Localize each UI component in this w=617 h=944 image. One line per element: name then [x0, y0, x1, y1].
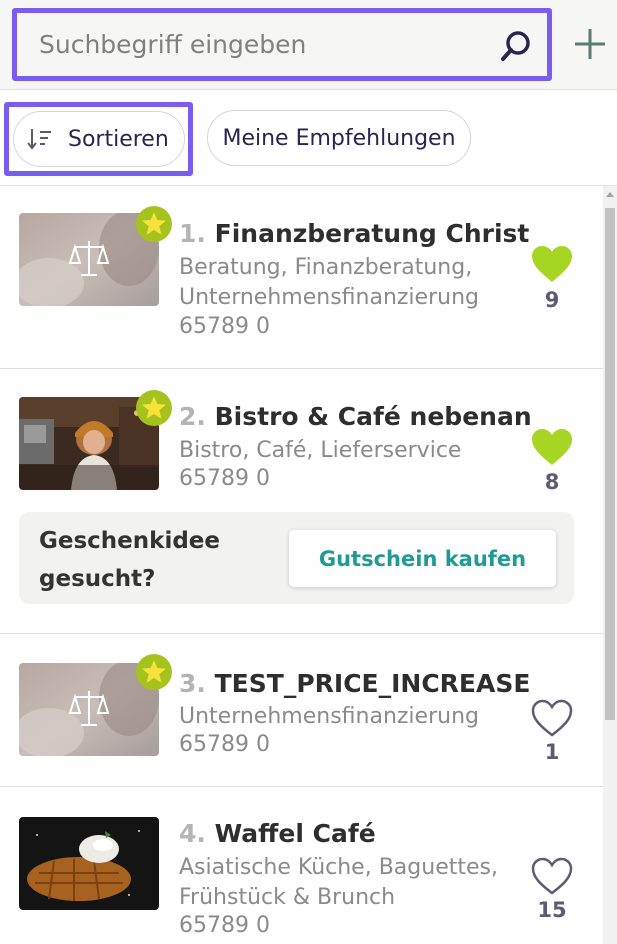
heart-icon[interactable]: [530, 698, 574, 738]
scroll-up-arrow[interactable]: [606, 192, 614, 197]
listing-item[interactable]: 3. TEST_PRICE_INCREASE Unternehmensfinan…: [0, 634, 603, 787]
listing-list: 1. Finanzberatung Christ Beratung, Finan…: [0, 186, 603, 944]
listing-categories: Unternehmensfinanzierung: [179, 704, 479, 729]
sort-icon: [27, 129, 51, 150]
like-count: 8: [544, 470, 560, 494]
search-box[interactable]: [12, 8, 552, 81]
listing-zip: 65789 0: [179, 732, 270, 757]
plus-icon[interactable]: [570, 24, 610, 64]
listing-title[interactable]: 2. Bistro & Café nebenan: [179, 402, 532, 431]
heart-icon[interactable]: [530, 427, 574, 467]
listing-title[interactable]: 4. Waffel Café: [179, 819, 376, 848]
listing-title[interactable]: 3. TEST_PRICE_INCREASE: [179, 669, 530, 698]
listing-name: Bistro & Café nebenan: [214, 402, 532, 431]
listing-image: [19, 817, 159, 910]
listing-zip: 65789 0: [179, 314, 270, 339]
search-icon[interactable]: [499, 29, 533, 63]
listing-categories: Beratung, Finanzberatung, Unternehmensfi…: [179, 255, 479, 310]
recommendations-button[interactable]: Meine Empfehlungen: [207, 110, 471, 166]
listing-title[interactable]: 1. Finanzberatung Christ: [179, 219, 529, 248]
listing-item[interactable]: 1. Finanzberatung Christ Beratung, Finan…: [0, 186, 603, 369]
gift-voucher-box: Geschenkidee gesucht? Gutschein kaufen: [19, 512, 574, 604]
star-badge-icon: [136, 206, 172, 242]
search-header: [0, 0, 617, 90]
search-input[interactable]: [17, 13, 547, 76]
sort-focus-outline: Sortieren: [4, 102, 193, 176]
scrollbar[interactable]: [603, 186, 617, 944]
listing-name: TEST_PRICE_INCREASE: [214, 669, 531, 698]
sort-button[interactable]: Sortieren: [13, 111, 185, 167]
heart-icon[interactable]: [530, 244, 574, 284]
listing-rank: 4.: [179, 819, 206, 848]
like-count: 15: [537, 898, 567, 922]
listing-item[interactable]: 4. Waffel Café Asiatische Küche, Baguett…: [0, 787, 603, 944]
listing-rank: 1.: [179, 219, 206, 248]
listing-rank: 3.: [179, 669, 206, 698]
star-badge-icon: [136, 390, 172, 426]
listing-zip: 65789 0: [179, 913, 270, 938]
filter-bar: Sortieren Meine Empfehlungen: [0, 91, 617, 186]
listing-zip: 65789 0: [179, 466, 270, 491]
heart-icon[interactable]: [530, 856, 574, 896]
gift-voucher-text: Geschenkidee gesucht?: [39, 528, 220, 592]
buy-voucher-button[interactable]: Gutschein kaufen: [289, 530, 556, 587]
listing-categories: Bistro, Café, Lieferservice: [179, 438, 462, 463]
scrollbar-thumb[interactable]: [605, 208, 615, 720]
like-count: 1: [544, 740, 560, 764]
star-badge-icon: [136, 654, 172, 690]
listing-rank: 2.: [179, 402, 206, 431]
sort-button-label: Sortieren: [68, 126, 169, 152]
like-count: 9: [544, 288, 560, 312]
listing-categories: Asiatische Küche, Baguettes, Frühstück &…: [179, 855, 498, 910]
listing-name: Waffel Café: [214, 819, 376, 848]
listing-name: Finanzberatung Christ: [214, 219, 530, 248]
